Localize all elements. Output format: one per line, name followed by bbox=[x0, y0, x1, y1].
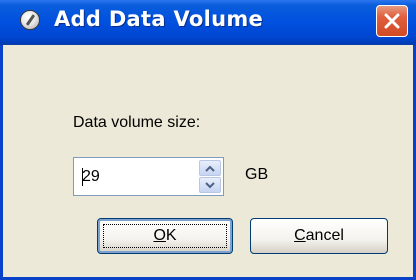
volume-size-spinner[interactable] bbox=[73, 157, 224, 196]
compass-icon bbox=[20, 10, 40, 30]
cancel-button-label: Cancel bbox=[294, 227, 344, 244]
volume-size-label: Data volume size: bbox=[73, 114, 201, 131]
close-button[interactable] bbox=[376, 5, 408, 37]
dialog-title: Add Data Volume bbox=[54, 7, 264, 31]
chevron-down-icon bbox=[205, 181, 215, 188]
spin-up-button[interactable] bbox=[199, 160, 221, 176]
close-icon bbox=[384, 13, 400, 29]
text-caret bbox=[82, 168, 83, 186]
spin-buttons bbox=[199, 160, 221, 193]
cancel-button[interactable]: Cancel bbox=[250, 218, 388, 254]
spin-down-button[interactable] bbox=[199, 177, 221, 193]
unit-label: GB bbox=[245, 166, 269, 183]
volume-size-input[interactable] bbox=[76, 160, 188, 193]
chevron-up-icon bbox=[205, 165, 215, 172]
ok-button-label: OK bbox=[153, 227, 177, 244]
title-bar[interactable]: Add Data Volume bbox=[0, 0, 416, 45]
dialog-window: Add Data Volume Data volume size: GB bbox=[0, 0, 416, 280]
ok-button[interactable]: OK bbox=[97, 218, 233, 254]
